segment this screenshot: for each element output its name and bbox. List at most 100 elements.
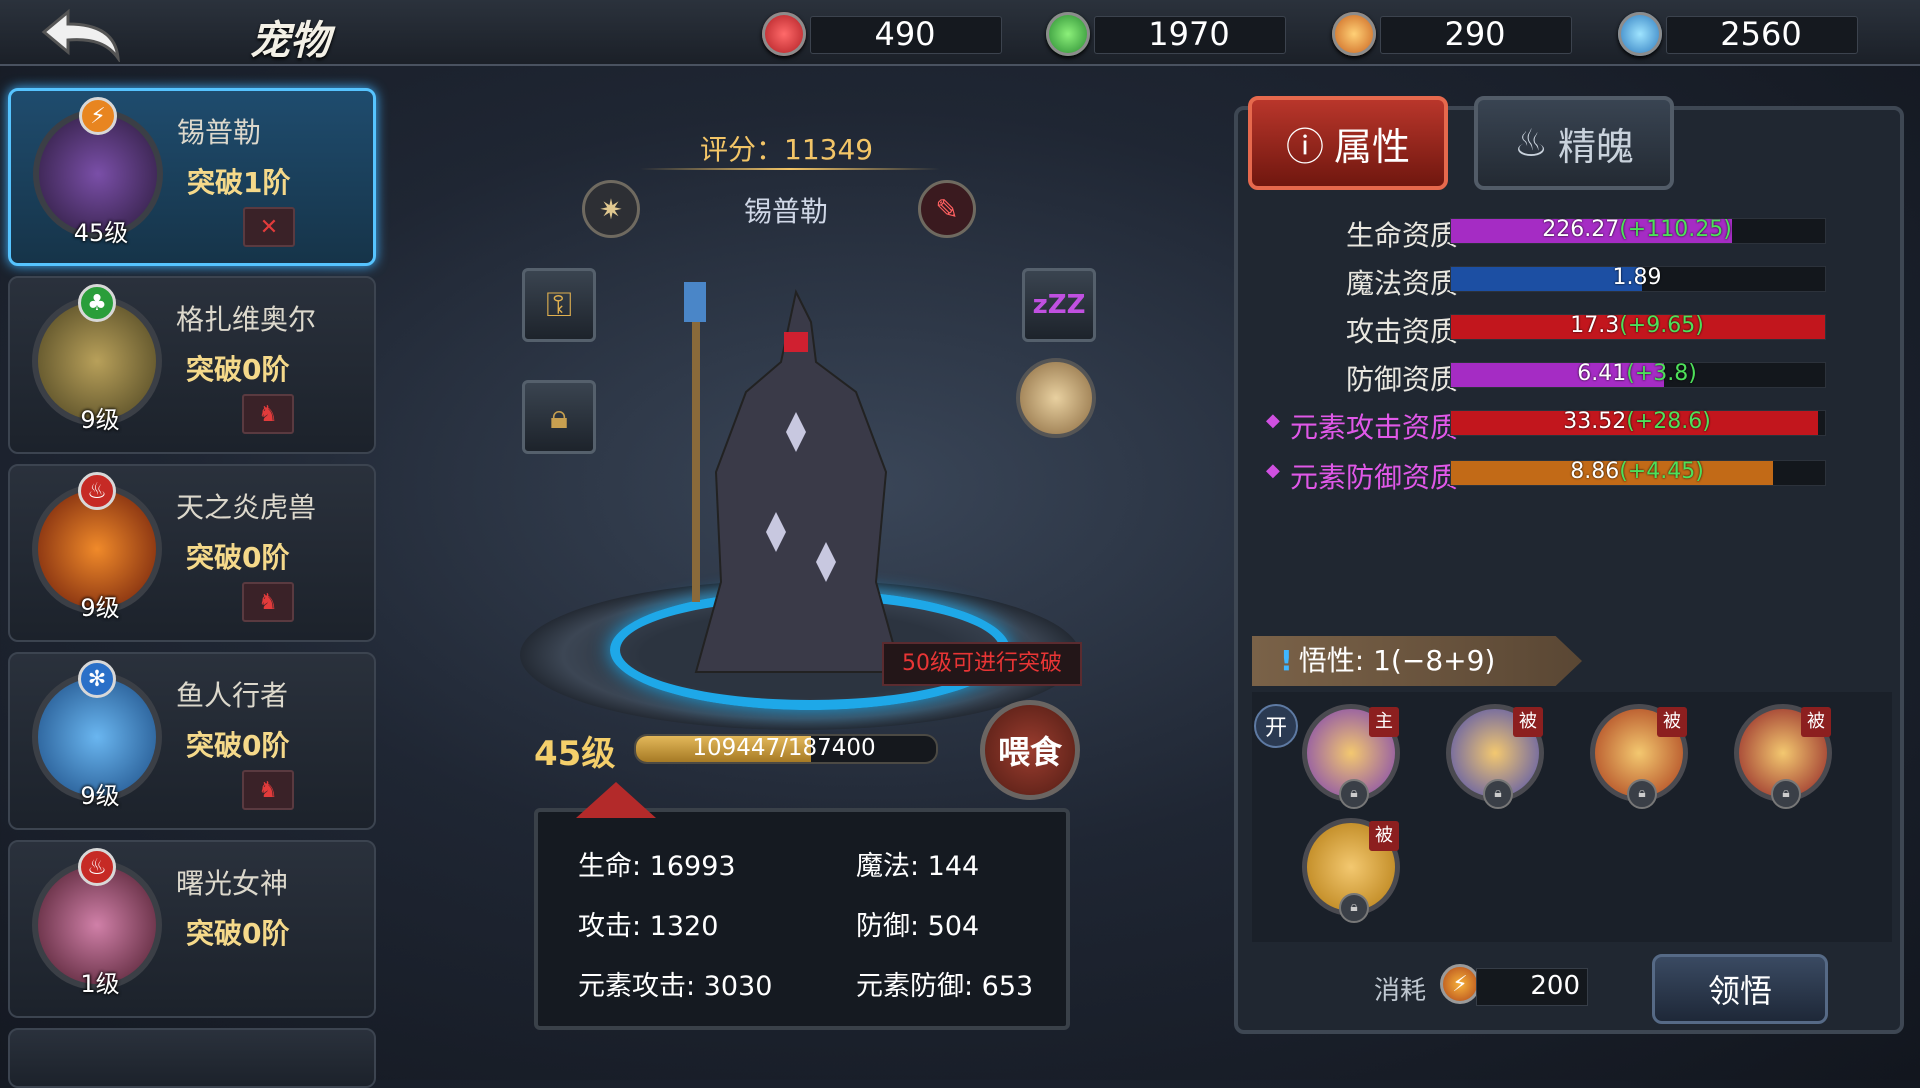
skill-tag: 被 xyxy=(1369,821,1399,851)
pet-stage: 突破0阶 xyxy=(186,541,290,574)
fire-element-icon: ♨ xyxy=(78,848,116,886)
attribute-row: 元素防御资质 8.86(+4.45) ◆ xyxy=(1254,456,1890,494)
currency-red: 490 xyxy=(762,12,1002,56)
key-icon[interactable]: ⚿ xyxy=(522,268,596,342)
flame-icon: ♨ xyxy=(1513,121,1549,165)
stat-mp: 魔法: 144 xyxy=(856,851,980,882)
attribute-value: 33.52(+28.6) xyxy=(1563,409,1711,434)
orange-lightning-gem-icon xyxy=(1332,12,1376,56)
tab-attributes[interactable]: ⓘ 属性 xyxy=(1248,96,1448,190)
lock-icon: 🔒︎ xyxy=(1483,779,1513,809)
companion-avatar[interactable] xyxy=(1016,358,1096,438)
savvy-label: ! 悟性: 1(−8+9) xyxy=(1252,636,1582,686)
currency-value: 490 xyxy=(874,15,936,53)
attribute-row: 攻击资质 17.3(+9.65) xyxy=(1254,310,1890,348)
comprehend-button[interactable]: 领悟 xyxy=(1652,954,1828,1024)
close-icon[interactable]: ✕ xyxy=(243,207,295,247)
demon-badge-icon: ♞ xyxy=(242,394,294,434)
skill-tag: 被 xyxy=(1513,707,1543,737)
red-fire-gem-icon xyxy=(762,12,806,56)
attribute-label: 生命资质 xyxy=(1345,219,1458,252)
lock-icon: 🔒︎ xyxy=(1627,779,1657,809)
pet-card[interactable]: ✻ 9级 鱼人行者 突破0阶 ♞ xyxy=(8,652,376,830)
stat-atk: 攻击: 1320 xyxy=(578,911,719,942)
pet-card[interactable]: ♨ 9级 天之炎虎兽 突破0阶 ♞ xyxy=(8,464,376,642)
lock-icon: 🔒︎ xyxy=(1339,893,1369,923)
pet-name: 天之炎虎兽 xyxy=(176,491,317,524)
attribute-label: 攻击资质 xyxy=(1345,315,1458,348)
pet-stage: 突破0阶 xyxy=(186,917,290,950)
lightning-skill-icon[interactable]: 主 🔒︎ xyxy=(1302,704,1400,809)
tab-spirit[interactable]: ♨ 精魄 xyxy=(1474,96,1674,190)
pet-model xyxy=(684,282,903,673)
pet-level-large: 45级 xyxy=(534,734,616,774)
attribute-row: 元素攻击资质 33.52(+28.6) ◆ xyxy=(1254,406,1890,444)
skill-tag: 被 xyxy=(1657,707,1687,737)
lightning-currency-icon: ⚡ xyxy=(1440,964,1480,1004)
fire-element-icon: ♨ xyxy=(78,472,116,510)
diamond-icon: ◆ xyxy=(1266,410,1280,431)
attribute-label: 元素防御资质 xyxy=(1289,461,1458,494)
attribute-value: 8.86(+4.45) xyxy=(1570,459,1704,484)
back-arrow-icon[interactable] xyxy=(38,6,128,62)
feed-button[interactable]: 喂食 xyxy=(980,700,1080,800)
lock-icon[interactable]: 🔒︎ xyxy=(522,380,596,454)
pet-level: 9级 xyxy=(80,782,120,810)
lightning-shield-skill-icon[interactable]: 被 🔒︎ xyxy=(1302,818,1400,923)
pet-stage: 突破0阶 xyxy=(186,353,290,386)
blade-skill-icon[interactable]: 被 🔒︎ xyxy=(1446,704,1544,809)
attribute-label: 魔法资质 xyxy=(1345,267,1458,300)
pet-card[interactable]: ♨ 1级 曙光女神 突破0阶 xyxy=(8,840,376,1018)
pet-level: 1级 xyxy=(80,970,120,998)
blue-ice-gem-icon xyxy=(1618,12,1662,56)
lock-icon: 🔒︎ xyxy=(1339,779,1369,809)
pet-name: 锡普勒 xyxy=(177,116,262,149)
pet-level: 9级 xyxy=(80,594,120,622)
attribute-row: 生命资质 226.27(+110.25) xyxy=(1254,214,1890,252)
tab-label: 精魄 xyxy=(1558,124,1635,169)
breakthrough-tip: 50级可进行突破 xyxy=(882,642,1082,686)
currency-value: 1970 xyxy=(1148,15,1230,53)
pet-level: 45级 xyxy=(73,219,129,247)
attribute-row: 魔法资质 1.89 xyxy=(1254,262,1890,300)
attribute-label: 防御资质 xyxy=(1345,363,1458,396)
green-leaf-gem-icon xyxy=(1046,12,1090,56)
rename-quill-icon[interactable]: ✎ xyxy=(918,180,976,238)
exp-text: 109447/187400 xyxy=(692,735,876,761)
demon-badge-icon: ♞ xyxy=(242,582,294,622)
lightning-sword-skill-icon[interactable]: 被 🔒︎ xyxy=(1590,704,1688,809)
divider xyxy=(640,168,940,170)
currency-value: 290 xyxy=(1444,15,1506,53)
pet-name: 鱼人行者 xyxy=(176,679,289,712)
stat-elem-def: 元素防御: 653 xyxy=(856,971,1034,1002)
star-icon[interactable]: ✷ xyxy=(582,180,640,238)
stat-hp: 生命: 16993 xyxy=(578,851,736,882)
attribute-value: 1.89 xyxy=(1612,265,1662,290)
collapse-arrow-icon[interactable] xyxy=(576,782,656,818)
pet-card-partial[interactable] xyxy=(8,1028,376,1088)
savvy-text: 悟性: 1(−8+9) xyxy=(1298,644,1496,677)
stat-def: 防御: 504 xyxy=(856,911,980,942)
page-title: 宠物 xyxy=(250,18,330,64)
skill-tag: 被 xyxy=(1801,707,1831,737)
attribute-row: 防御资质 6.41(+3.8) xyxy=(1254,358,1890,396)
pet-card[interactable]: ♣ 9级 格扎维奥尔 突破0阶 ♞ xyxy=(8,276,376,454)
potion-skill-icon[interactable]: 被 🔒︎ xyxy=(1734,704,1832,809)
pet-name: 格扎维奥尔 xyxy=(176,303,317,336)
attribute-label: 元素攻击资质 xyxy=(1289,411,1458,444)
open-toggle-button[interactable]: 开 xyxy=(1254,704,1298,748)
sleep-icon[interactable]: zZZ xyxy=(1022,268,1096,342)
attribute-value: 6.41(+3.8) xyxy=(1577,361,1697,386)
tab-label: 属性 xyxy=(1334,124,1411,169)
currency-value: 2560 xyxy=(1720,15,1802,53)
currency-blue: 2560 xyxy=(1618,12,1858,56)
cost-label: 消耗 xyxy=(1374,976,1427,1006)
stat-elem-atk: 元素攻击: 3030 xyxy=(578,971,773,1002)
exclamation-icon: ! xyxy=(1280,644,1293,677)
attribute-value: 17.3(+9.65) xyxy=(1570,313,1704,338)
pet-card[interactable]: ⚡ 45级 锡普勒 突破1阶 ✕ xyxy=(8,88,376,266)
leaf-element-icon: ♣ xyxy=(78,284,116,322)
pet-level: 9级 xyxy=(80,406,120,434)
score-label: 评分：11349 xyxy=(700,133,874,166)
lightning-element-icon: ⚡ xyxy=(79,97,117,135)
